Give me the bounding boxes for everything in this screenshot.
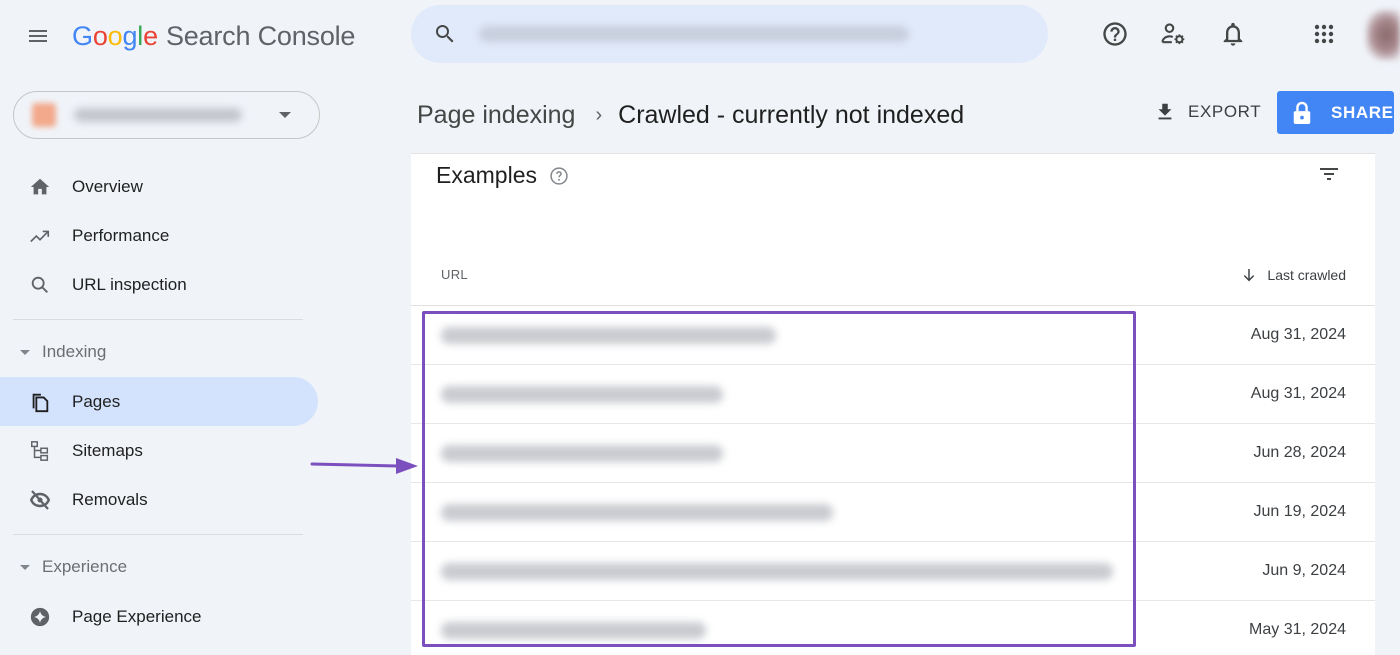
breadcrumb: Page indexing › Crawled - currently not … <box>417 98 964 132</box>
help-icon <box>1103 22 1127 46</box>
property-selector[interactable] <box>13 91 320 139</box>
manage-users-icon <box>1161 23 1185 45</box>
search-icon <box>436 25 454 43</box>
filter-list-icon <box>1320 168 1338 180</box>
row-last-crawled: Aug 31, 2024 <box>1250 385 1346 402</box>
row-last-crawled: Jun 28, 2024 <box>1253 444 1346 461</box>
page-title: Crawled - currently not indexed <box>618 100 965 129</box>
sidebar-item-overview[interactable]: Overview <box>0 162 318 211</box>
collapse-triangle-icon <box>20 564 30 570</box>
row-url[interactable] <box>441 562 1113 580</box>
table-row[interactable]: Aug 31, 2024 <box>411 365 1375 424</box>
sidebar-divider <box>13 319 303 320</box>
sidebar-item-page-experience[interactable]: Page Experience <box>0 592 318 641</box>
visibility-off-icon <box>28 488 52 512</box>
row-url[interactable] <box>441 326 776 344</box>
download-icon <box>1158 103 1172 120</box>
row-url[interactable] <box>441 503 833 521</box>
google-search-console-logo[interactable]: Google Search Console <box>72 18 355 54</box>
property-name <box>74 108 242 122</box>
row-last-crawled: May 31, 2024 <box>1249 621 1346 638</box>
dropdown-caret-icon <box>279 112 291 118</box>
column-header-last-crawled[interactable]: Last crawled <box>1241 267 1346 283</box>
export-button[interactable]: EXPORT <box>1146 91 1269 133</box>
breadcrumb-page-indexing[interactable]: Page indexing <box>417 101 575 130</box>
examples-card: Examples URL Last crawled Aug 31, 2024 A… <box>411 153 1375 655</box>
examples-title-wrap: Examples <box>436 162 569 189</box>
column-header-url[interactable]: URL <box>441 267 468 282</box>
sidebar-item-removals[interactable]: Removals <box>0 475 318 524</box>
sidebar-item-url-inspection[interactable]: URL inspection <box>0 260 318 309</box>
table-header: URL Last crawled <box>411 244 1375 306</box>
page-experience-icon <box>28 605 52 629</box>
sidebar-item-sitemaps[interactable]: Sitemaps <box>0 426 318 475</box>
sidebar-item-performance[interactable]: Performance <box>0 211 318 260</box>
property-favicon <box>32 103 56 127</box>
search-input[interactable] <box>479 26 909 42</box>
help-button[interactable] <box>1097 16 1133 52</box>
filter-button[interactable] <box>1313 158 1345 190</box>
table-row[interactable]: Jun 28, 2024 <box>411 424 1375 483</box>
share-button[interactable]: SHARE <box>1277 91 1394 134</box>
row-last-crawled: Jun 19, 2024 <box>1253 503 1346 520</box>
row-last-crawled: Jun 9, 2024 <box>1262 562 1346 579</box>
manage-users-button[interactable] <box>1155 16 1191 52</box>
account-avatar[interactable] <box>1366 10 1400 60</box>
sort-descending-arrow-icon <box>1244 268 1255 281</box>
row-url[interactable] <box>441 621 706 639</box>
sidebar-item-pages[interactable]: Pages <box>0 377 318 426</box>
pages-icon <box>28 390 52 414</box>
sidebar-section-experience[interactable]: Experience <box>0 547 318 587</box>
breadcrumb-separator-icon: › <box>595 103 603 126</box>
table-row[interactable]: Jun 9, 2024 <box>411 542 1375 601</box>
row-last-crawled: Aug 31, 2024 <box>1250 326 1346 343</box>
sidebar-divider <box>13 534 303 535</box>
table-row[interactable]: Aug 31, 2024 <box>411 306 1375 365</box>
examples-help-button[interactable] <box>549 166 569 186</box>
sitemap-icon <box>28 439 52 463</box>
table-row[interactable]: Jun 19, 2024 <box>411 483 1375 542</box>
product-name: Search Console <box>165 20 356 51</box>
home-icon <box>28 175 52 199</box>
annotation-arrow-icon <box>310 458 418 474</box>
sidebar-section-indexing[interactable]: Indexing <box>0 332 318 372</box>
apps-grid-icon <box>1314 24 1334 44</box>
row-url[interactable] <box>441 385 723 403</box>
notifications-button[interactable] <box>1215 16 1251 52</box>
lock-icon <box>1293 101 1311 124</box>
main-menu-button[interactable] <box>22 20 54 52</box>
url-inspection-search[interactable] <box>411 5 1048 63</box>
table-row[interactable]: May 31, 2024 <box>411 601 1375 655</box>
google-apps-button[interactable] <box>1306 16 1342 52</box>
examples-title: Examples <box>436 162 537 188</box>
collapse-triangle-icon <box>20 349 30 355</box>
help-icon <box>550 166 568 185</box>
trending-up-icon <box>28 224 52 248</box>
menu-icon <box>29 30 47 42</box>
search-icon <box>28 273 52 297</box>
row-url[interactable] <box>441 444 723 462</box>
notifications-icon <box>1223 22 1243 46</box>
